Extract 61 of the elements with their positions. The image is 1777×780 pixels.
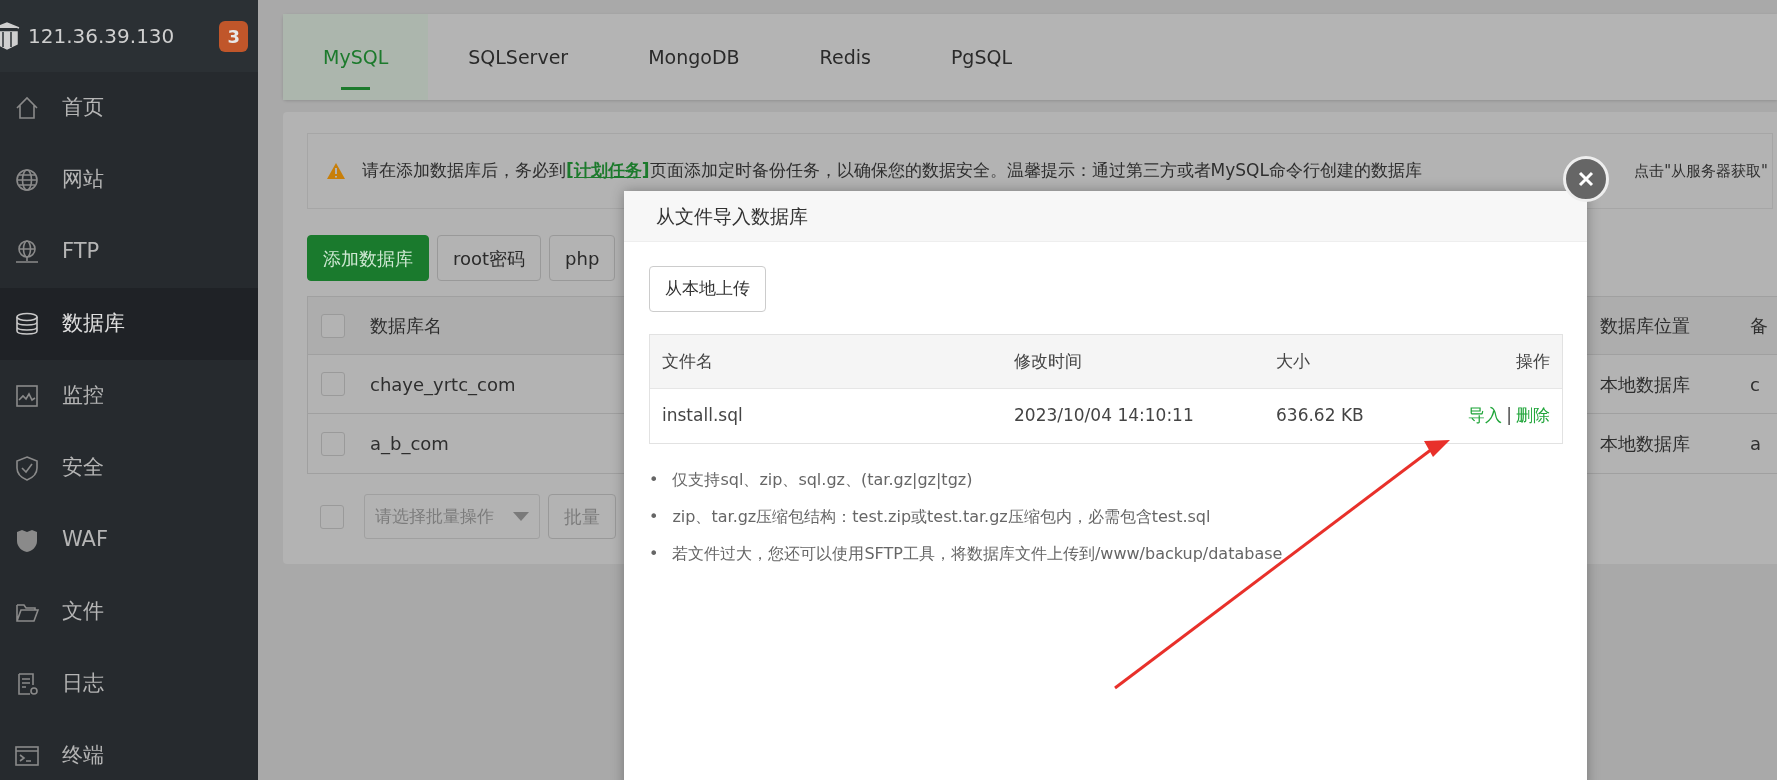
add-database-button[interactable]: 添加数据库	[307, 235, 429, 281]
separator-text: |	[1506, 404, 1512, 428]
column-header: 大小	[1276, 349, 1311, 373]
sidebar-item[interactable]: 文件	[0, 576, 258, 648]
toolbar-button[interactable]: php	[549, 235, 616, 281]
server-address: 121.36.39.130	[28, 23, 175, 50]
table-cell-text: c	[1750, 372, 1761, 397]
wall-icon	[14, 527, 40, 553]
sidebar-item[interactable]: FTP	[0, 216, 258, 288]
checkbox[interactable]	[321, 313, 345, 338]
database-icon	[14, 311, 40, 337]
note-text: zip、tar.gz压缩包结构：test.zip或test.tar.gz压缩包内，必需包含test.sql	[672, 506, 1211, 529]
sidebar-item[interactable]: 日志	[0, 648, 258, 720]
note-text: 仅支持sql、zip、sql.gz、(tar.gz|gz|tgz)	[672, 469, 973, 491]
checkbox[interactable]	[320, 504, 344, 529]
tab[interactable]: SQLServer	[428, 14, 609, 100]
globe-icon	[14, 167, 40, 193]
bullet-icon: •	[649, 503, 659, 531]
table-cell-text: a	[1750, 432, 1763, 456]
sidebar-item[interactable]: 网站	[0, 144, 258, 216]
column-header: 修改时间	[1014, 349, 1083, 373]
note-text: 若文件过大，您还可以使用SFTP工具，将数据库文件上传到/www/backup/database	[672, 543, 1283, 566]
alert-text: 点击"从服务器获取"	[1634, 160, 1769, 182]
tab[interactable]: Redis	[779, 14, 911, 100]
table-cell-text: install.sql	[662, 404, 744, 428]
table-cell-text: 本地数据库	[1600, 372, 1691, 397]
table-cell-text: 2023/10/04 14:10:11	[1014, 404, 1195, 428]
globe-network-icon	[14, 239, 40, 265]
bullet-icon: •	[649, 540, 659, 568]
terminal-icon	[14, 743, 40, 769]
sidebar-item[interactable]: 首页	[0, 72, 258, 144]
notification-badge: 3	[219, 20, 248, 52]
table-cell-text: 本地数据库	[1600, 432, 1691, 456]
table-cell-text: chaye_yrtc_com	[370, 372, 517, 398]
table-cell-text: a_b_com	[370, 432, 450, 457]
chart-icon	[14, 383, 40, 409]
column-header: 备	[1750, 314, 1769, 338]
bullet-icon: •	[649, 466, 659, 494]
sidebar-item[interactable]: 数据库	[0, 288, 258, 360]
home-icon	[14, 95, 40, 121]
checkbox[interactable]	[321, 372, 345, 396]
column-header: 操作	[1515, 349, 1550, 373]
checkbox[interactable]	[321, 431, 345, 456]
sidebar-item[interactable]: 监控	[0, 360, 258, 432]
close-icon	[1576, 169, 1596, 189]
sidebar-item[interactable]: WAF	[0, 504, 258, 576]
tab[interactable]: PgSQL	[910, 14, 1052, 100]
column-header: 数据库位置	[1600, 314, 1691, 338]
alert-text: 请在添加数据库后，务必到[计划任务]页面添加定时备份任务，以确保您的数据安全。温馨提示：通过第三方或者MySQL命令行创建的数据库	[362, 159, 1422, 183]
column-header: 数据库名	[370, 314, 443, 338]
table-cell-text: 636.62 KB	[1276, 404, 1365, 428]
dialog-title: 从文件导入数据库	[656, 203, 808, 229]
shield-icon	[14, 455, 40, 481]
sidebar-item[interactable]: 终端	[0, 720, 258, 780]
sidebar-item[interactable]: 安全	[0, 432, 258, 504]
caret-icon	[513, 512, 529, 521]
toolbar-button[interactable]: root密码	[437, 235, 542, 281]
upload-button[interactable]: 从本地上传	[649, 266, 766, 312]
tab[interactable]: MongoDB	[608, 14, 780, 100]
warning-icon	[326, 162, 346, 180]
column-header: 文件名	[662, 349, 714, 373]
